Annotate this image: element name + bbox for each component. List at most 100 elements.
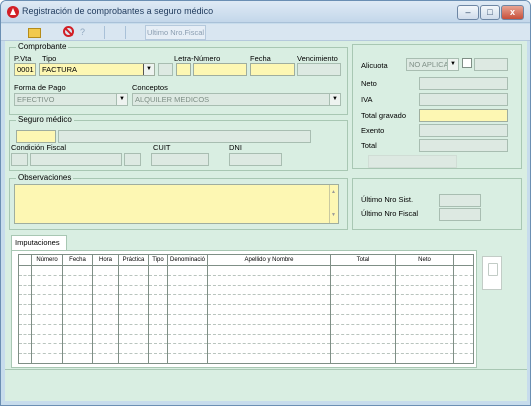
table-cell[interactable]	[18, 265, 32, 276]
table-cell[interactable]	[453, 324, 474, 335]
table-cell[interactable]	[31, 343, 63, 355]
table-cell[interactable]	[395, 343, 454, 355]
table-cell[interactable]	[118, 294, 149, 306]
table-cell[interactable]	[207, 285, 331, 296]
table-cell[interactable]	[18, 285, 32, 296]
table-cell[interactable]	[330, 343, 396, 355]
table-cell[interactable]	[62, 294, 93, 306]
table-cell[interactable]	[118, 324, 149, 335]
table-row[interactable]	[18, 285, 474, 296]
table-row[interactable]	[18, 265, 474, 276]
table-cell[interactable]	[207, 294, 331, 306]
table-cell[interactable]	[18, 324, 32, 335]
table-cell[interactable]	[395, 314, 454, 325]
table-cell[interactable]	[62, 334, 93, 345]
pvta-field[interactable]: 0001	[14, 63, 36, 76]
table-cell[interactable]	[395, 285, 454, 296]
table-cell[interactable]	[453, 304, 474, 315]
grid-column-header[interactable]: Denominació	[167, 254, 208, 266]
table-cell[interactable]	[31, 314, 63, 325]
table-cell[interactable]	[207, 304, 331, 315]
table-cell[interactable]	[62, 324, 93, 335]
table-cell[interactable]	[148, 304, 168, 315]
table-cell[interactable]	[453, 353, 474, 364]
grid-column-header[interactable]: Número	[31, 254, 63, 266]
table-cell[interactable]	[92, 265, 119, 276]
table-cell[interactable]	[167, 334, 208, 345]
table-cell[interactable]	[92, 275, 119, 286]
tab-imputaciones[interactable]: Imputaciones	[11, 235, 67, 250]
table-cell[interactable]	[167, 275, 208, 286]
chevron-down-icon[interactable]: ▼	[143, 64, 154, 75]
table-cell[interactable]	[395, 275, 454, 286]
numero-input[interactable]	[193, 63, 247, 76]
table-cell[interactable]	[92, 334, 119, 345]
table-cell[interactable]	[395, 294, 454, 306]
table-cell[interactable]	[92, 353, 119, 364]
table-cell[interactable]	[148, 314, 168, 325]
table-cell[interactable]	[118, 275, 149, 286]
ultimo-nro-fiscal-button[interactable]: Ultimo Nro.Fiscal	[145, 25, 206, 40]
table-row[interactable]	[18, 275, 474, 286]
table-cell[interactable]	[62, 275, 93, 286]
open-folder-icon[interactable]	[27, 25, 41, 39]
table-cell[interactable]	[207, 343, 331, 355]
document-icon[interactable]	[482, 256, 502, 290]
table-cell[interactable]	[31, 304, 63, 315]
table-cell[interactable]	[62, 314, 93, 325]
table-cell[interactable]	[62, 265, 93, 276]
fecha-input[interactable]	[250, 63, 295, 76]
table-cell[interactable]	[330, 304, 396, 315]
table-cell[interactable]	[31, 285, 63, 296]
table-row[interactable]	[18, 304, 474, 315]
table-cell[interactable]	[453, 314, 474, 325]
grid-column-header[interactable]: Práctica	[118, 254, 149, 266]
table-cell[interactable]	[31, 334, 63, 345]
total-gravado-input[interactable]	[419, 109, 508, 122]
table-cell[interactable]	[148, 275, 168, 286]
table-cell[interactable]	[453, 294, 474, 306]
table-cell[interactable]	[62, 304, 93, 315]
maximize-button[interactable]: □	[480, 5, 500, 20]
table-cell[interactable]	[330, 353, 396, 364]
table-cell[interactable]	[18, 275, 32, 286]
table-cell[interactable]	[31, 353, 63, 364]
table-cell[interactable]	[148, 294, 168, 306]
table-cell[interactable]	[18, 304, 32, 315]
table-cell[interactable]	[167, 285, 208, 296]
table-cell[interactable]	[395, 265, 454, 276]
table-cell[interactable]	[330, 294, 396, 306]
table-row[interactable]	[18, 294, 474, 306]
seguro-codigo-input[interactable]	[16, 130, 56, 143]
table-cell[interactable]	[62, 353, 93, 364]
table-cell[interactable]	[92, 314, 119, 325]
table-cell[interactable]	[395, 353, 454, 364]
table-cell[interactable]	[330, 324, 396, 335]
table-cell[interactable]	[453, 285, 474, 296]
table-cell[interactable]	[92, 285, 119, 296]
table-cell[interactable]	[395, 324, 454, 335]
table-cell[interactable]	[31, 324, 63, 335]
grid-column-header[interactable]: Neto	[395, 254, 454, 266]
scrollbar[interactable]: ▲ ▼	[329, 185, 338, 223]
table-cell[interactable]	[31, 294, 63, 306]
table-cell[interactable]	[18, 294, 32, 306]
table-cell[interactable]	[92, 304, 119, 315]
table-cell[interactable]	[453, 334, 474, 345]
minimize-button[interactable]: –	[457, 5, 479, 20]
table-cell[interactable]	[62, 343, 93, 355]
table-cell[interactable]	[18, 314, 32, 325]
table-cell[interactable]	[207, 265, 331, 276]
table-row[interactable]	[18, 343, 474, 355]
table-cell[interactable]	[395, 334, 454, 345]
tipo-select[interactable]: FACTURA ▼	[39, 63, 155, 76]
table-cell[interactable]	[118, 304, 149, 315]
table-cell[interactable]	[453, 265, 474, 276]
table-cell[interactable]	[31, 265, 63, 276]
table-cell[interactable]	[167, 304, 208, 315]
scroll-up-icon[interactable]: ▲	[331, 187, 336, 198]
table-cell[interactable]	[18, 334, 32, 345]
table-cell[interactable]	[92, 343, 119, 355]
table-cell[interactable]	[92, 324, 119, 335]
table-cell[interactable]	[167, 294, 208, 306]
